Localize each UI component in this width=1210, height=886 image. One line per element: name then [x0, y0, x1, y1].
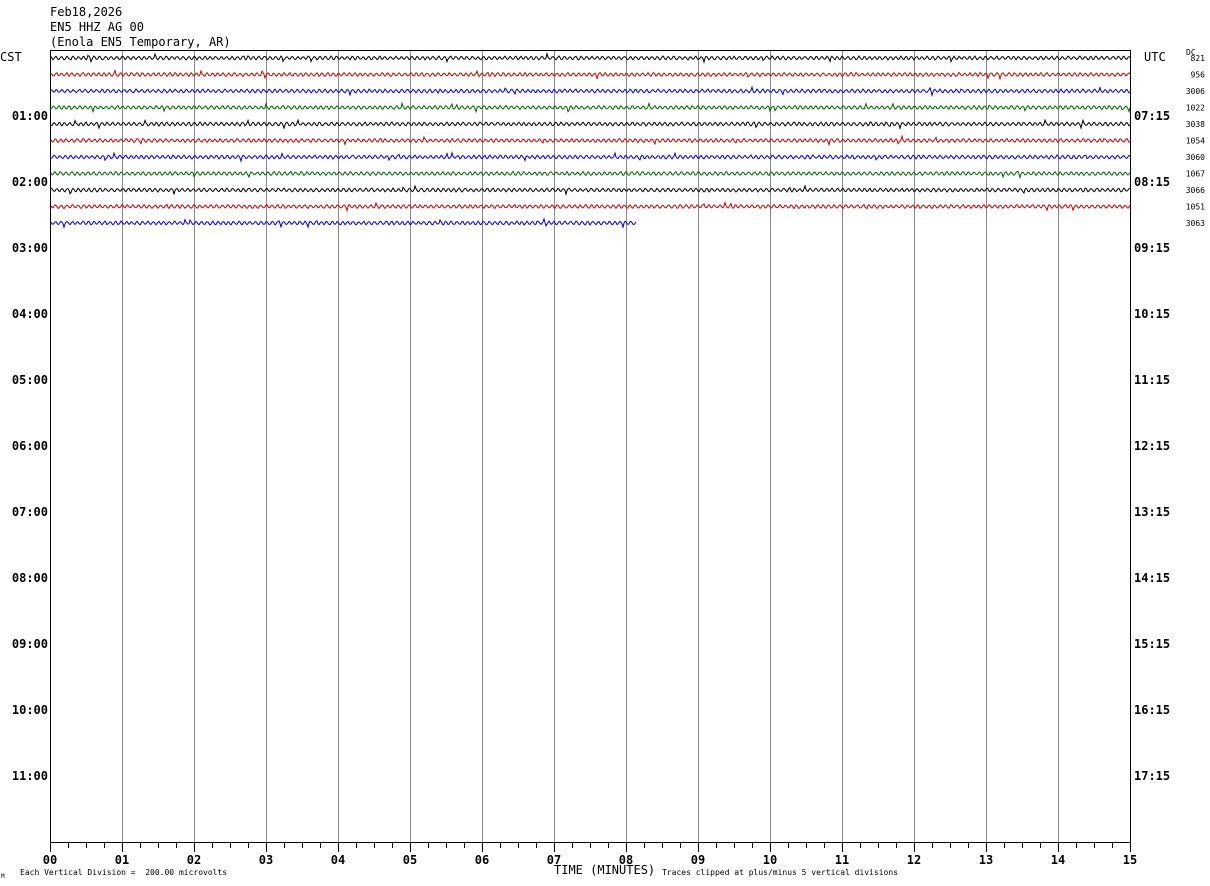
x-tick-label: 09 — [691, 853, 705, 867]
y-tick-label-left: 01:00 — [12, 109, 48, 123]
y-tick-label-left: 10:00 — [12, 703, 48, 717]
x-tick-label: 15 — [1123, 853, 1137, 867]
dc-offset-label: 1054 — [1186, 137, 1205, 146]
x-tick-label: 06 — [475, 853, 489, 867]
x-tick-label: 13 — [979, 853, 993, 867]
seismic-trace — [50, 184, 1131, 197]
seismic-trace — [50, 200, 1131, 213]
seismic-trace — [50, 85, 1131, 98]
y-tick-label-left: 07:00 — [12, 505, 48, 519]
y-tick-label-left: 04:00 — [12, 307, 48, 321]
helicorder-plot: 00 01 02 03 04 05 06 07 08 09 10 11 12 13 14 1501:0002:… — [12, 50, 1206, 867]
y-tick-label-left: 08:00 — [12, 571, 48, 585]
seismic-trace — [50, 134, 1131, 147]
corner-mark: M — [1, 873, 5, 880]
dc-offset-label: 3006 — [1186, 87, 1205, 96]
x-tick-label: 04 — [331, 853, 345, 867]
y-tick-label-right: 09:15 — [1134, 241, 1170, 255]
dc-offset-label: 3066 — [1186, 186, 1205, 195]
dc-offset-label: 821 — [1191, 54, 1206, 63]
dc-offset-label: 956 — [1191, 71, 1206, 80]
y-tick-label-right: 07:15 — [1134, 109, 1170, 123]
clip-note: Traces clipped at plus/minus 5 vertical … — [662, 868, 899, 877]
x-tick-label: 05 — [403, 853, 417, 867]
seismic-trace — [50, 118, 1131, 131]
y-tick-label-right: 15:15 — [1134, 637, 1170, 651]
seismic-trace — [50, 51, 1131, 64]
y-tick-label-right: 12:15 — [1134, 439, 1170, 453]
y-tick-label-right: 14:15 — [1134, 571, 1170, 585]
x-tick-label: 14 — [1051, 853, 1065, 867]
y-tick-label-right: 11:15 — [1134, 373, 1170, 387]
dc-offset-label: 3038 — [1186, 120, 1205, 129]
y-tick-label-left: 09:00 — [12, 637, 48, 651]
y-tick-label-right: 16:15 — [1134, 703, 1170, 717]
x-tick-label: 03 — [259, 853, 273, 867]
scale-note: Each Vertical Division = 200.00 microvol… — [20, 868, 228, 877]
y-tick-label-left: 05:00 — [12, 373, 48, 387]
y-tick-label-right: 13:15 — [1134, 505, 1170, 519]
seismic-trace — [50, 68, 1131, 81]
y-tick-label-left: 11:00 — [12, 769, 48, 783]
y-tick-label-left: 03:00 — [12, 241, 48, 255]
seismic-trace — [50, 170, 1131, 180]
y-tick-label-right: 08:15 — [1134, 175, 1170, 189]
x-tick-label: 00 — [43, 853, 57, 867]
y-tick-label-right: 10:15 — [1134, 307, 1170, 321]
seismic-trace — [51, 150, 1131, 163]
dc-offset-label: 1067 — [1186, 170, 1205, 179]
x-tick-label: 10 — [763, 853, 777, 867]
dc-offset-label: 3063 — [1186, 219, 1205, 228]
x-tick-label: 11 — [835, 853, 849, 867]
y-tick-label-left: 06:00 — [12, 439, 48, 453]
dc-offset-label: 1051 — [1186, 203, 1205, 212]
dc-offset-label: 3060 — [1186, 153, 1205, 162]
x-axis-title: TIME (MINUTES) — [554, 863, 656, 877]
y-tick-label-right: 17:15 — [1134, 769, 1170, 783]
x-tick-label: 02 — [187, 853, 201, 867]
x-tick-label: 01 — [115, 853, 129, 867]
seismic-trace — [50, 101, 1131, 114]
dc-offset-label: 1022 — [1186, 104, 1205, 113]
x-tick-label: 12 — [907, 853, 921, 867]
y-tick-label-left: 02:00 — [12, 175, 48, 189]
seismic-trace — [50, 217, 637, 230]
